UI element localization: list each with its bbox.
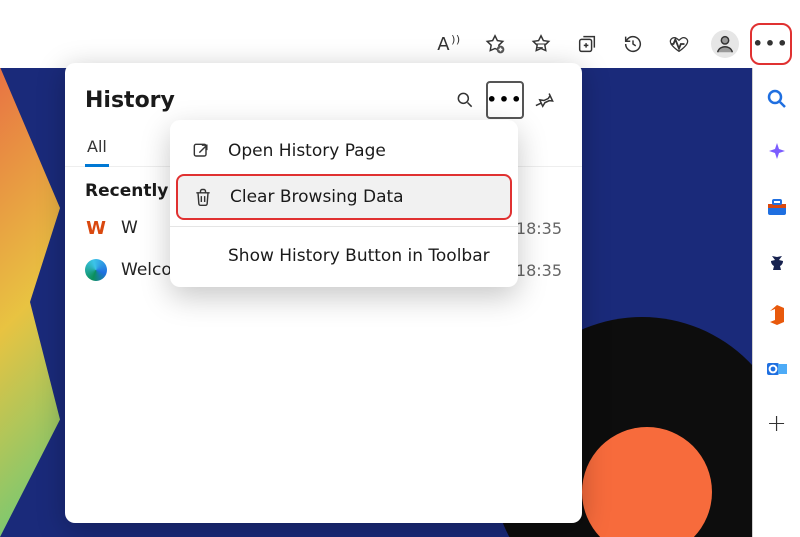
search-icon — [765, 87, 789, 111]
site-favicon-icon — [85, 259, 107, 281]
office-icon — [765, 303, 789, 327]
sidebar-outlook-button[interactable] — [764, 356, 790, 382]
menu-show-history-button-in-toolbar[interactable]: Show History Button in Toolbar — [170, 233, 518, 279]
sparkle-icon — [765, 141, 789, 165]
tab-all[interactable]: All — [85, 131, 109, 166]
history-search-button[interactable] — [446, 81, 484, 119]
read-aloud-button[interactable]: A)) — [428, 23, 470, 65]
blank-icon — [190, 245, 212, 267]
plus-icon: + — [766, 409, 786, 437]
performance-button[interactable] — [658, 23, 700, 65]
history-panel-header: History ••• — [65, 63, 582, 127]
menu-clear-browsing-data[interactable]: Clear Browsing Data — [176, 174, 512, 220]
history-entry-time: 18:35 — [516, 261, 562, 280]
sidebar-office-button[interactable] — [764, 302, 790, 328]
browser-toolbar: A)) ••• — [0, 20, 800, 68]
menu-open-history-page[interactable]: Open History Page — [170, 128, 518, 174]
add-favorite-button[interactable] — [474, 23, 516, 65]
menu-item-label: Clear Browsing Data — [230, 187, 404, 207]
sidebar-add-button[interactable]: + — [764, 410, 790, 436]
sidebar-search-button[interactable] — [764, 86, 790, 112]
search-icon — [455, 90, 475, 110]
history-panel-actions: ••• — [446, 81, 564, 119]
history-pin-button[interactable] — [526, 81, 564, 119]
site-favicon-icon: W — [85, 217, 107, 239]
menu-separator — [170, 226, 518, 227]
collections-icon — [576, 33, 598, 55]
sidebar-tools-button[interactable] — [764, 194, 790, 220]
edge-sidebar: + — [752, 68, 800, 537]
history-entry-time: 18:35 — [516, 219, 562, 238]
menu-item-label: Open History Page — [228, 141, 386, 161]
read-aloud-icon: A)) — [437, 33, 460, 55]
sidebar-games-button[interactable] — [764, 248, 790, 274]
open-external-icon — [190, 140, 212, 162]
outlook-icon — [765, 357, 789, 381]
collections-button[interactable] — [566, 23, 608, 65]
history-panel-title: History — [85, 88, 175, 113]
toolbox-icon — [765, 195, 789, 219]
star-plus-icon — [484, 33, 506, 55]
favorites-icon — [530, 33, 552, 55]
history-more-options-button[interactable]: ••• — [486, 81, 524, 119]
menu-item-label: Show History Button in Toolbar — [228, 246, 490, 266]
trash-icon — [192, 186, 214, 208]
sidebar-discover-button[interactable] — [764, 140, 790, 166]
history-button[interactable] — [612, 23, 654, 65]
favorites-button[interactable] — [520, 23, 562, 65]
history-context-menu: Open History Page Clear Browsing Data Sh… — [170, 120, 518, 287]
profile-avatar-icon — [711, 30, 739, 58]
settings-and-more-button[interactable]: ••• — [750, 23, 792, 65]
profile-button[interactable] — [704, 23, 746, 65]
pin-icon — [535, 90, 555, 110]
history-icon — [622, 33, 644, 55]
heartbeat-icon — [668, 33, 690, 55]
chess-icon — [765, 249, 789, 273]
